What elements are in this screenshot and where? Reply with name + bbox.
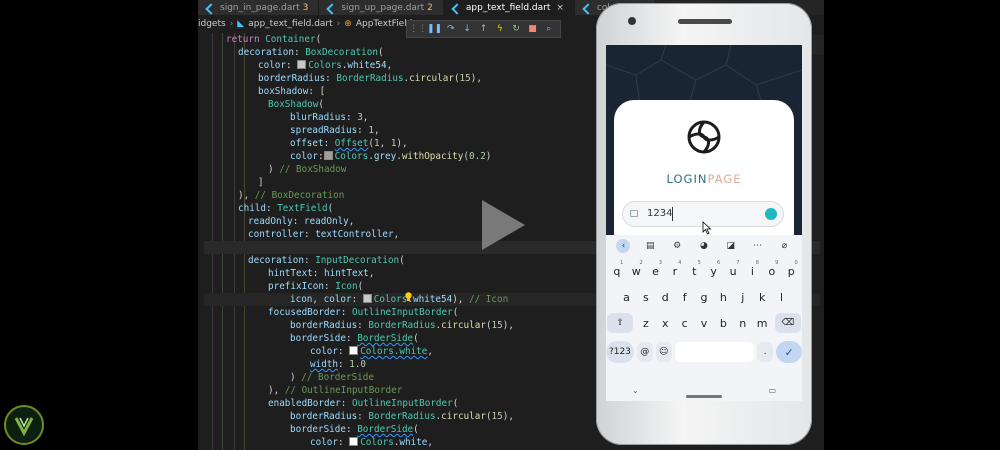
space-key[interactable] — [674, 342, 755, 362]
tab-badge: 3 — [302, 2, 309, 13]
key-p[interactable]: p0 — [783, 260, 800, 282]
text-caret — [672, 207, 673, 221]
breadcrumb-folder[interactable]: idgets — [198, 19, 226, 29]
mouse-cursor-icon — [702, 221, 712, 235]
backspace-key-icon[interactable]: ⌫ — [774, 313, 801, 333]
enter-key-check-icon[interactable]: ✓ — [776, 341, 802, 363]
at-key[interactable]: @ — [636, 342, 653, 362]
keyboard-row-3: ⇧ z x c v b n m ⌫ — [606, 313, 802, 335]
camera-icon — [628, 17, 636, 25]
dart-file-icon — [583, 3, 593, 13]
speaker-grille — [678, 19, 732, 24]
key-j[interactable]: j — [734, 287, 751, 308]
close-icon[interactable]: × — [556, 3, 564, 13]
key-u[interactable]: u7 — [725, 260, 742, 282]
key-i[interactable]: i8 — [744, 260, 761, 282]
tab-label: sign_up_page.dart — [341, 2, 425, 13]
key-k[interactable]: k — [754, 287, 771, 308]
color-swatch — [297, 60, 307, 69]
dart-file-icon — [327, 3, 337, 13]
keyboard-switch-icon[interactable]: ▭ — [768, 386, 776, 395]
tab-app-text-field[interactable]: app_text_field.dart × — [443, 0, 575, 15]
dart-file-icon: ◣ — [237, 19, 245, 29]
key-r[interactable]: r4 — [666, 260, 683, 282]
breadcrumb-file[interactable]: app_text_field.dart — [248, 19, 332, 29]
period-key[interactable]: . — [757, 342, 774, 362]
key-c[interactable]: c — [676, 313, 693, 334]
shift-key-icon[interactable]: ⇧ — [607, 313, 634, 333]
key-d[interactable]: d — [657, 287, 674, 308]
key-v[interactable]: v — [696, 313, 713, 334]
app-logo-icon — [687, 120, 721, 154]
class-symbol-icon: ⊕ — [344, 19, 352, 29]
key-l[interactable]: l — [773, 287, 790, 308]
keyboard-row-1: q1 w2 e3 r4 t5 y6 u7 i8 o9 p0 — [606, 260, 802, 283]
dart-file-icon — [206, 3, 216, 13]
tab-label: sign_in_page.dart — [220, 2, 300, 13]
video-frame: sign_in_page.dart 3 sign_up_page.dart 2 ap… — [0, 0, 1000, 450]
phone-screen[interactable]: LOGINPAGE 1234 ‹ ▤ ⚙ ◕ ◪ ⋯ ⌀ q 1 w 2 e 3… — [606, 45, 802, 401]
chevron-down-icon[interactable]: ⌄ — [632, 386, 639, 395]
tab-sign-up-page[interactable]: sign_up_page.dart 2 — [319, 0, 444, 15]
keyboard-toolbar: ‹ ▤ ⚙ ◕ ◪ ⋯ ⌀ — [606, 235, 802, 257]
keyboard-row-4: ?123 @ ☺ . ✓ — [606, 341, 802, 363]
key-b[interactable]: b — [715, 313, 732, 334]
mic-off-icon[interactable]: ⌀ — [777, 239, 791, 253]
lightbulb-icon[interactable] — [404, 292, 413, 302]
phone-emulator: LOGINPAGE 1234 ‹ ▤ ⚙ ◕ ◪ ⋯ ⌀ q 1 w 2 e 3… — [596, 3, 812, 445]
key-s[interactable]: s — [637, 287, 654, 308]
key-q[interactable]: q1 — [608, 260, 625, 282]
key-h[interactable]: h — [715, 287, 732, 308]
emoji-key-icon[interactable]: ☺ — [655, 342, 672, 362]
key-w[interactable]: w2 — [628, 260, 645, 282]
dart-file-icon — [452, 3, 462, 13]
chevron-right-icon: › — [229, 19, 234, 29]
chevron-right-icon: › — [336, 19, 341, 29]
breadcrumb-symbol[interactable]: AppTextField — [356, 19, 413, 29]
key-o[interactable]: o9 — [763, 260, 780, 282]
symbols-key[interactable]: ?123 — [606, 341, 634, 363]
screen-resize-icon[interactable]: ◪ — [724, 239, 738, 253]
tab-badge: 2 — [427, 2, 433, 13]
key-m[interactable]: m — [754, 313, 771, 334]
home-indicator[interactable] — [686, 395, 722, 398]
key-e[interactable]: e3 — [647, 260, 664, 282]
page-title: LOGINPAGE — [666, 172, 742, 186]
play-icon[interactable] — [478, 197, 528, 253]
input-prefix-icon — [630, 210, 638, 217]
status-dot[interactable] — [765, 208, 777, 220]
key-g[interactable]: g — [696, 287, 713, 308]
color-swatch — [349, 437, 359, 446]
channel-logo-icon — [4, 405, 44, 445]
chevron-left-icon[interactable]: ‹ — [616, 239, 631, 253]
clipboard-icon[interactable]: ▤ — [643, 239, 657, 253]
key-x[interactable]: x — [657, 313, 674, 334]
keyboard-row-2: a s d f g h j k l — [606, 287, 802, 309]
key-z[interactable]: z — [637, 313, 654, 334]
color-swatch — [362, 294, 372, 303]
key-t[interactable]: t5 — [686, 260, 703, 282]
color-swatch — [323, 151, 333, 160]
palette-icon[interactable]: ◕ — [697, 239, 711, 253]
key-y[interactable]: y6 — [705, 260, 722, 282]
gear-icon[interactable]: ⚙ — [670, 239, 684, 253]
more-icon[interactable]: ⋯ — [751, 239, 765, 253]
key-f[interactable]: f — [676, 287, 693, 308]
key-n[interactable]: n — [734, 313, 751, 334]
key-a[interactable]: a — [618, 287, 635, 308]
tab-label: app_text_field.dart — [465, 2, 551, 13]
color-swatch — [349, 346, 359, 355]
virtual-keyboard[interactable]: ‹ ▤ ⚙ ◕ ◪ ⋯ ⌀ q1 w2 e3 r4 t5 y6 u7 i8 o … — [606, 235, 802, 401]
tab-sign-in-page[interactable]: sign_in_page.dart 3 — [198, 0, 320, 15]
